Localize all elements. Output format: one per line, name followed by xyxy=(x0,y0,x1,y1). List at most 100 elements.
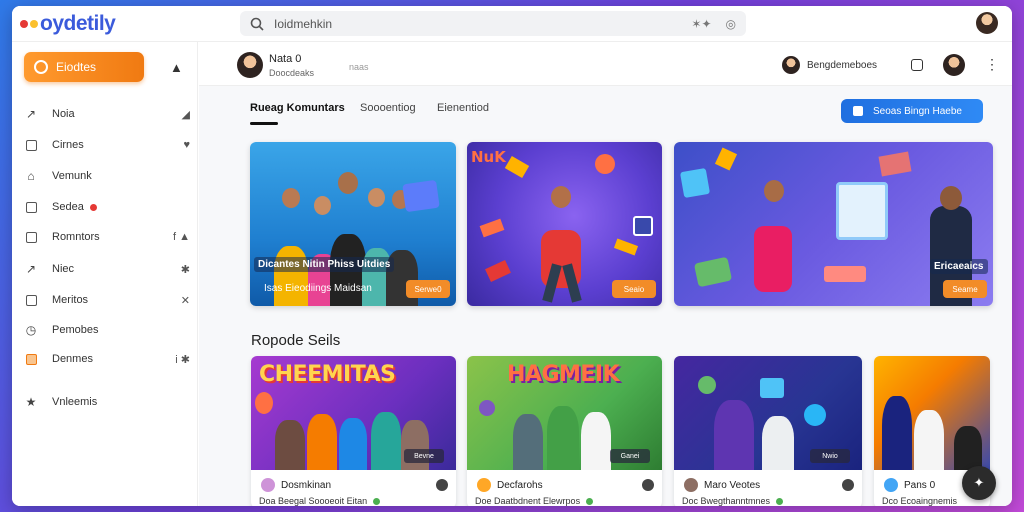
online-indicator xyxy=(373,498,381,506)
more-vertical-icon[interactable]: ⋮ xyxy=(985,56,999,73)
sidebar-item-10[interactable]: ★ Vnleemis xyxy=(24,392,190,412)
tab-eienentiod[interactable]: Eienentiod xyxy=(437,102,489,114)
create-button-label: Eiodtes xyxy=(56,60,97,74)
user-avatar[interactable] xyxy=(782,56,800,74)
creator-name[interactable]: Pans 0 xyxy=(904,480,935,491)
card-meta: Decfarohs xyxy=(477,478,543,492)
sidebar-item-3[interactable]: ⌂ Vemunk xyxy=(24,166,190,186)
upload-icon[interactable]: ▲ xyxy=(170,60,183,75)
card-subtitle-text: Doa Beegal Soooeoit Eitan xyxy=(259,496,368,506)
feather-icon: ↗ xyxy=(25,262,37,276)
item-trail[interactable]: ✕ xyxy=(181,294,190,307)
card-banner: HAGMEIK xyxy=(507,362,620,387)
card-avatar-icon[interactable] xyxy=(642,479,654,491)
top-bar: oydetily Ioidmehkin ✶✦ ◎ xyxy=(12,6,1012,42)
heart-icon[interactable]: ♥ xyxy=(183,139,190,151)
card-subtitle-text: Doc Bwegthanntmnes xyxy=(682,496,771,506)
card-banner: CHEEMITAS xyxy=(259,362,396,387)
online-indicator xyxy=(776,498,784,506)
sidebar-item-7[interactable]: Meritos ✕ xyxy=(24,290,190,310)
sidebar-item-8[interactable]: ◷ Pemobes xyxy=(24,320,190,340)
profile-tag: naas xyxy=(349,62,369,72)
feature-caption: Dicantes Nitin Phiss Uitdies xyxy=(254,257,395,272)
orange-square-icon xyxy=(24,352,38,366)
item-trail[interactable]: ✱ xyxy=(181,263,190,276)
search-icon xyxy=(250,17,264,31)
card-image xyxy=(874,356,990,470)
sidebar-item-label: Sedea xyxy=(52,201,84,213)
content-card[interactable]: CHEEMITAS Bevne Dosmkinan Doa Beegal Soo… xyxy=(251,356,456,506)
compose-fab-icon[interactable]: ✦ xyxy=(962,466,996,500)
plus-circle-icon xyxy=(34,60,48,74)
user-name[interactable]: Bengdemeboes xyxy=(807,60,877,71)
cta-icon xyxy=(853,106,863,116)
search-input[interactable]: Ioidmehkin ✶✦ ◎ xyxy=(240,11,746,36)
profile-avatar[interactable] xyxy=(237,52,263,78)
creator-avatar[interactable] xyxy=(684,478,698,492)
profile-name: Nata 0 xyxy=(269,53,302,65)
tab-komuntars[interactable]: Rueag Komuntars xyxy=(250,102,345,114)
sidebar-item-label: Pemobes xyxy=(52,324,99,336)
card-meta: Maro Veotes xyxy=(684,478,760,492)
square-icon xyxy=(24,200,38,214)
feature-footer: Isas Eieodiings Maidsan xyxy=(264,283,372,294)
creator-avatar[interactable] xyxy=(477,478,491,492)
account-avatar-secondary[interactable] xyxy=(943,54,965,76)
item-trail[interactable]: f ▲ xyxy=(173,231,190,243)
app-logo[interactable]: oydetily xyxy=(20,10,116,38)
feature-button[interactable]: Seame xyxy=(943,280,987,298)
card-tag[interactable]: Nwio xyxy=(810,449,850,463)
square-icon xyxy=(24,230,38,244)
create-button[interactable]: Eiodtes xyxy=(24,52,144,82)
sidebar-item-4[interactable]: Sedea xyxy=(24,197,190,217)
content-card[interactable]: Nwio Maro Veotes Doc Bwegthanntmnes xyxy=(674,356,862,506)
sidebar-item-label: Denmes xyxy=(52,353,93,365)
sidebar-item-label: Meritos xyxy=(52,294,89,306)
section-title: Ropode Seils xyxy=(251,332,341,349)
sidebar-item-label: Romntors xyxy=(52,231,100,243)
app-window: oydetily Ioidmehkin ✶✦ ◎ Eiodtes ▲ ↗ Noi… xyxy=(12,6,1012,506)
feature-card[interactable]: NuK Seaio xyxy=(467,142,662,306)
notification-icon[interactable] xyxy=(911,59,923,71)
card-avatar-icon[interactable] xyxy=(842,479,854,491)
sidebar: Eiodtes ▲ ↗ Noia ◢ Cirnes ♥ ⌂ Vemunk Sed… xyxy=(12,42,198,506)
card-avatar-icon[interactable] xyxy=(436,479,448,491)
logo-mark-icon xyxy=(20,20,38,28)
cta-button[interactable]: Seoas Bingn Haebe xyxy=(841,99,983,123)
square-icon xyxy=(24,293,38,307)
cta-button-label: Seoas Bingn Haebe xyxy=(873,105,962,117)
sidebar-item-label: Cirnes xyxy=(52,139,84,151)
feature-button[interactable]: Serwe0 xyxy=(406,280,450,298)
creator-name[interactable]: Maro Veotes xyxy=(704,480,760,491)
creator-name[interactable]: Decfarohs xyxy=(497,480,543,491)
content-card[interactable]: HAGMEIK Ganei Decfarohs Doe Daatbdnent E… xyxy=(467,356,662,506)
creator-avatar[interactable] xyxy=(261,478,275,492)
feature-button[interactable]: Seaio xyxy=(612,280,656,298)
sidebar-item-2[interactable]: Cirnes ♥ xyxy=(24,135,190,155)
tab-soooentiog[interactable]: Soooentiog xyxy=(360,102,416,114)
mic-icon[interactable]: ◎ xyxy=(726,17,736,31)
account-avatar[interactable] xyxy=(976,12,998,34)
card-subtitle-text: Dco Ecoaingnemis xyxy=(882,496,958,506)
edit-icon[interactable]: ◢ xyxy=(182,108,190,121)
card-subtitle-text: Doe Daatbdnent Elewrpos xyxy=(475,496,581,506)
sparkle-icon[interactable]: ✶✦ xyxy=(691,17,711,31)
feature-card[interactable]: Ericaeaics Seame xyxy=(674,142,993,306)
card-meta: Pans 0 xyxy=(884,478,935,492)
active-tab-indicator xyxy=(250,122,278,125)
sidebar-item-label: Vnleemis xyxy=(52,396,98,408)
creator-name[interactable]: Dosmkinan xyxy=(281,480,331,491)
card-subtitle: Doa Beegal Soooeoit Eitan xyxy=(259,496,381,506)
sidebar-item-9[interactable]: Denmes i ✱ xyxy=(24,349,190,369)
main-content: Nata 0 Doocdeaks naas Bengdemeboes ⋮ Rue… xyxy=(199,42,1012,506)
sidebar-item-1[interactable]: ↗ Noia ◢ xyxy=(24,104,190,124)
sidebar-item-5[interactable]: Romntors f ▲ xyxy=(24,227,190,247)
card-tag[interactable]: Ganei xyxy=(610,449,650,463)
creator-avatar[interactable] xyxy=(884,478,898,492)
feature-card[interactable]: Dicantes Nitin Phiss Uitdies Isas Eieodi… xyxy=(250,142,456,306)
clock-icon: ◷ xyxy=(25,323,37,337)
sidebar-item-label: Vemunk xyxy=(52,170,92,182)
sidebar-item-6[interactable]: ↗ Niec ✱ xyxy=(24,259,190,279)
card-tag[interactable]: Bevne xyxy=(404,449,444,463)
item-trail[interactable]: i ✱ xyxy=(175,353,190,366)
